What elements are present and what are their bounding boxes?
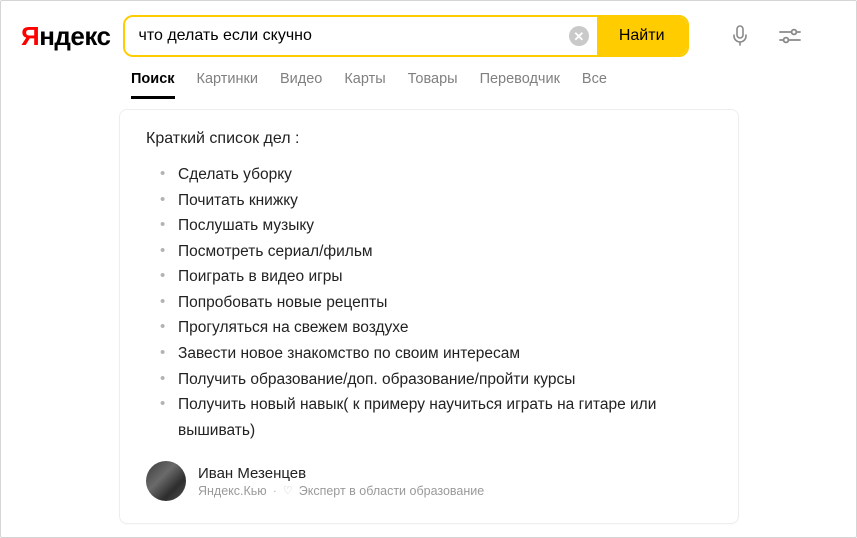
tab-images[interactable]: Картинки	[197, 71, 258, 99]
header: Яндекс ✕ Найти	[1, 1, 856, 57]
author-info: Иван Мезенцев Яндекс.Кью · ♡ Эксперт в о…	[198, 465, 484, 498]
clear-search-button[interactable]: ✕	[561, 17, 597, 55]
list-item: Почитать книжку	[160, 188, 712, 214]
search-tabs: Поиск Картинки Видео Карты Товары Перево…	[1, 57, 856, 99]
results-area: Краткий список дел : Сделать уборку Почи…	[1, 99, 856, 524]
logo-rest: ндекс	[39, 21, 110, 51]
search-button[interactable]: Найти	[597, 17, 687, 55]
avatar	[146, 461, 186, 501]
header-tools	[731, 25, 801, 47]
list-item: Посмотреть сериал/фильм	[160, 239, 712, 265]
settings-sliders-icon[interactable]	[779, 27, 801, 45]
answer-card: Краткий список дел : Сделать уборку Почи…	[119, 109, 739, 524]
list-item: Прогуляться на свежем воздухе	[160, 315, 712, 341]
dot-separator: ·	[273, 484, 277, 498]
tab-maps[interactable]: Карты	[344, 71, 385, 99]
answer-author[interactable]: Иван Мезенцев Яндекс.Кью · ♡ Эксперт в о…	[146, 461, 712, 501]
tab-goods[interactable]: Товары	[408, 71, 458, 99]
search-bar: ✕ Найти	[123, 15, 689, 57]
list-item: Поиграть в видео игры	[160, 264, 712, 290]
author-name: Иван Мезенцев	[198, 465, 484, 482]
author-source: Яндекс.Кью	[198, 484, 267, 498]
logo-prefix: Я	[21, 21, 39, 51]
shield-icon: ♡	[283, 484, 293, 497]
answer-list: Сделать уборку Почитать книжку Послушать…	[160, 162, 712, 443]
list-item: Получить новый навык( к примеру научитьс…	[160, 392, 712, 443]
tab-video[interactable]: Видео	[280, 71, 322, 99]
tab-translator[interactable]: Переводчик	[480, 71, 560, 99]
list-item: Получить образование/доп. образование/пр…	[160, 367, 712, 393]
answer-title: Краткий список дел :	[146, 130, 712, 148]
mic-icon[interactable]	[731, 25, 749, 47]
tab-all[interactable]: Все	[582, 71, 607, 99]
author-badge: Эксперт в области образование	[299, 484, 485, 498]
list-item: Попробовать новые рецепты	[160, 290, 712, 316]
tab-search[interactable]: Поиск	[131, 71, 175, 99]
yandex-logo[interactable]: Яндекс	[21, 21, 111, 52]
list-item: Сделать уборку	[160, 162, 712, 188]
author-meta: Яндекс.Кью · ♡ Эксперт в области образов…	[198, 484, 484, 498]
close-icon: ✕	[569, 26, 589, 46]
list-item: Послушать музыку	[160, 213, 712, 239]
search-input[interactable]	[125, 17, 561, 55]
list-item: Завести новое знакомство по своим интере…	[160, 341, 712, 367]
